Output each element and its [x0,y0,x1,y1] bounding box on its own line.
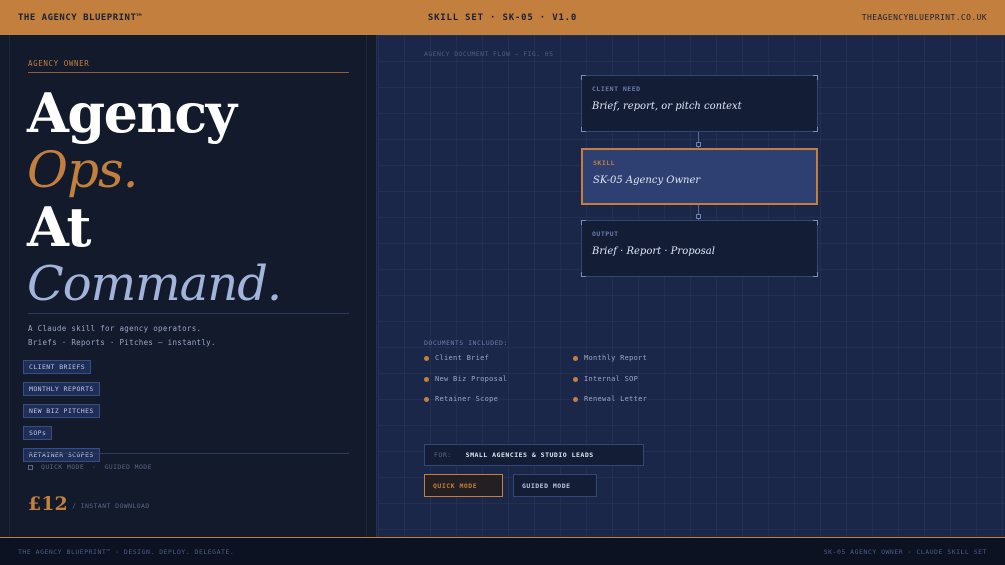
mode-separator: · [92,463,97,471]
skill-set-id: SKILL SET · SK-05 · V1.0 [427,12,578,23]
flow-box-value: SK-05 Agency Owner [593,175,701,186]
document-label: Client Brief [435,354,490,362]
document-label: Retainer Scope [435,395,499,403]
corner-mark [581,127,586,132]
hero-headline: Agency Ops. At Command. [27,81,282,313]
footer-left: THE AGENCY BLUEPRINT™ · DESIGN. DEPLOY. … [18,547,235,556]
flow-panel: AGENCY DOCUMENT FLOW — FIG. 05 CLIENT NE… [378,35,1005,537]
document-item: Internal SOP [573,375,638,383]
flow-box-label: SKILL [593,159,616,167]
corner-mark [813,75,818,80]
bullet-icon [424,376,429,382]
corner-mark [813,220,818,225]
bullet-icon [573,376,578,382]
tagline-line-2: Briefs · Reports · Pitches — instantly. [28,338,216,347]
bullet-icon [573,355,578,361]
footer-right: SK-05 AGENCY OWNER · CLAUDE SKILL SET [823,547,987,556]
flow-box-output: OUTPUT Brief · Report · Proposal [581,220,818,277]
connector-node [696,214,701,219]
flow-box-client-need: CLIENT NEED Brief, report, or pitch cont… [581,75,818,132]
tagline: A Claude skill for agency operators. Bri… [28,322,216,350]
corner-mark [581,75,586,80]
chip-new-biz-pitches: NEW BIZ PITCHES [23,404,100,418]
document-item: Retainer Scope [424,395,498,403]
document-item: Renewal Letter [573,395,647,403]
website-link[interactable]: THEAGENCYBLUEPRINT.CO.UK [862,13,987,22]
corner-mark [813,272,818,277]
price: £12 [28,493,68,515]
divider-line [9,35,10,537]
document-label: Internal SOP [584,375,639,383]
audience-key: FOR: [434,451,452,459]
corner-mark [581,220,586,225]
divider-line [366,35,367,537]
document-item: Monthly Report [573,354,647,362]
headline-line-1: Agency [27,81,237,145]
connector-node [696,142,701,147]
chip-monthly-reports: MONTHLY REPORTS [23,382,100,396]
guided-mode-button[interactable]: GUIDED MODE [513,474,597,497]
headline-line-4: Command. [27,256,282,312]
corner-mark [581,272,586,277]
flow-box-label: OUTPUT [592,230,619,238]
brand-logo-text: THE AGENCY BLUEPRINT™ [18,12,143,23]
bullet-icon [424,396,429,402]
tagline-line-1: A Claude skill for agency operators. [28,324,202,333]
document-label: Renewal Letter [584,395,648,403]
divider-line [28,313,349,314]
eyebrow-rule [28,72,349,73]
documents-title: DOCUMENTS INCLUDED: [424,339,508,347]
flow-box-label: CLIENT NEED [592,85,641,93]
mode-guided-label: GUIDED MODE [104,463,152,471]
chip-sops: SOPs [23,426,53,440]
flow-box-skill: SKILL SK-05 Agency Owner [581,148,818,205]
price-note: / INSTANT DOWNLOAD [72,502,150,510]
audience-value: SMALL AGENCIES & STUDIO LEADS [465,451,594,459]
document-item: New Biz Proposal [424,375,507,383]
quick-mode-button[interactable]: QUICK MODE [424,474,503,497]
flow-box-value: Brief · Report · Proposal [592,246,715,257]
mode-list: QUICK MODE · GUIDED MODE [28,463,152,471]
divider-line [28,453,349,454]
document-label: Monthly Report [584,354,648,362]
corner-mark [813,127,818,132]
flow-box-value: Brief, report, or pitch context [592,101,742,112]
audience-box: FOR: SMALL AGENCIES & STUDIO LEADS [424,444,644,466]
checkbox-icon [28,464,33,470]
headline-line-2: Ops. [27,141,139,199]
top-bar: THE AGENCY BLUEPRINT™ SKILL SET · SK-05 … [0,0,1005,35]
document-item: Client Brief [424,354,489,362]
headline-line-3: At [27,195,91,259]
hero-panel: AGENCY OWNER Agency Ops. At Command. A C… [0,35,377,537]
chip-retainer-scopes: RETAINER SCOPES [23,448,100,462]
bullet-icon [573,396,578,402]
document-label: New Biz Proposal [435,375,508,383]
figure-label: AGENCY DOCUMENT FLOW — FIG. 05 [424,50,554,58]
chip-client-briefs: CLIENT BRIEFS [23,360,92,374]
mode-quick-label: QUICK MODE [41,463,85,471]
bullet-icon [424,355,429,361]
eyebrow-label: AGENCY OWNER [28,59,90,68]
footer-bar: THE AGENCY BLUEPRINT™ · DESIGN. DEPLOY. … [0,537,1005,565]
